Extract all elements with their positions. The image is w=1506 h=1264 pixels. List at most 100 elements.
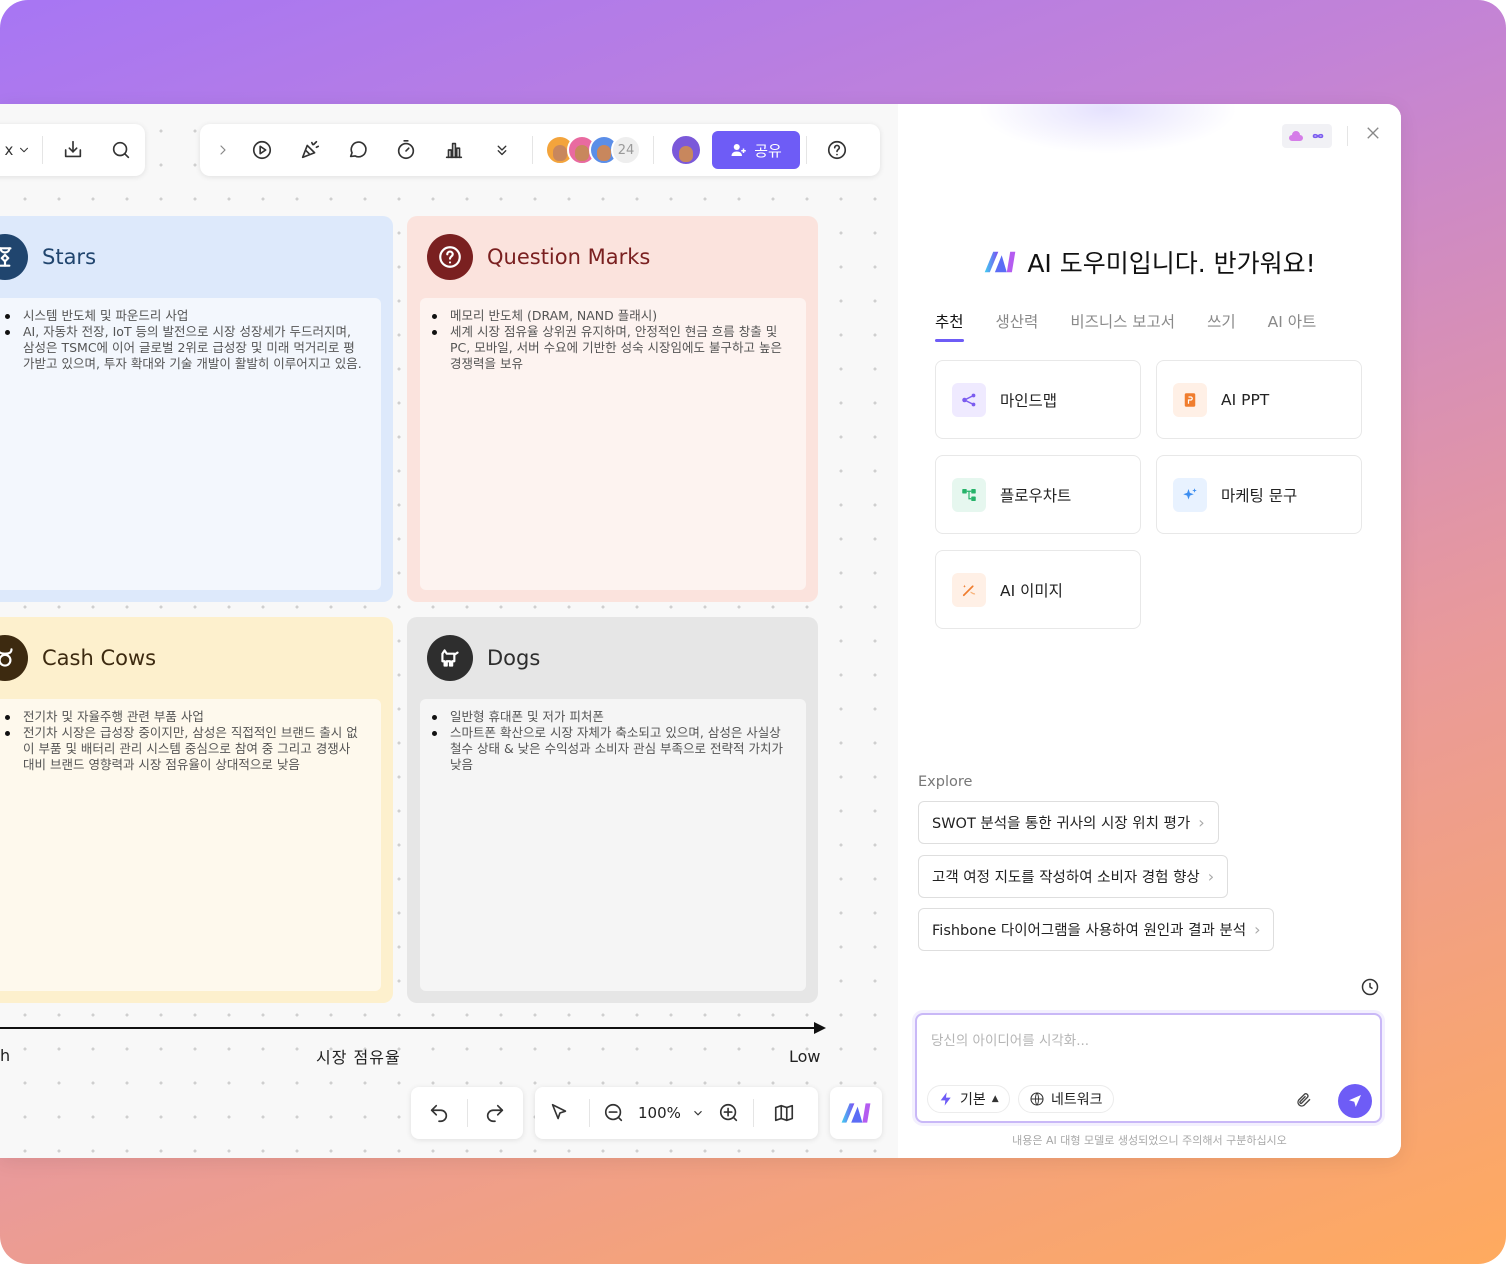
quadrant-card[interactable]: 시스템 반도체 및 파운드리 사업 AI, 자동차 전장, IoT 등의 발전으… — [0, 298, 381, 590]
quadrant-dogs[interactable]: Dogs 일반형 휴대폰 및 저가 피처폰 스마트폰 확산으로 시장 자체가 축… — [407, 617, 818, 1003]
play-icon — [252, 140, 272, 160]
quadrant-card[interactable]: 일반형 휴대폰 및 저가 피처폰 스마트폰 확산으로 시장 자체가 축소되고 있… — [420, 699, 806, 991]
question-marks-badge — [427, 234, 473, 280]
share-button[interactable]: 공유 — [712, 131, 800, 169]
redo-button[interactable] — [467, 1093, 523, 1133]
history-toolbar — [411, 1087, 523, 1139]
tab-productivity[interactable]: 생산력 — [996, 310, 1039, 342]
current-user-avatar[interactable] — [670, 134, 702, 166]
question-circle-icon — [439, 246, 461, 268]
quadrant-title: Question Marks — [487, 245, 651, 269]
tab-writing[interactable]: 쓰기 — [1207, 310, 1236, 342]
tile-flowchart[interactable]: 플로우차트 — [935, 455, 1141, 534]
mindmap-icon — [952, 382, 986, 417]
redo-icon — [487, 1104, 504, 1123]
send-button[interactable] — [1338, 1084, 1372, 1118]
infinity-icon — [1312, 133, 1323, 139]
stars-badge — [0, 234, 28, 280]
quadrant-card[interactable]: 메모리 반도체 (DRAM, NAND 플래시) 세계 시장 점유율 상위권 유… — [420, 298, 806, 590]
tile-label: 마인드맵 — [1000, 391, 1058, 410]
view-menu-button[interactable]: x — [0, 130, 36, 170]
chevron-down-icon — [693, 1110, 702, 1116]
zoom-out-button[interactable] — [596, 1093, 632, 1133]
clock-icon — [1361, 978, 1379, 996]
import-button[interactable] — [49, 130, 97, 170]
ai-assistant-panel: AI 도우미입니다. 반가워요! 추천 생산력 비즈니스 보고서 쓰기 AI 아… — [898, 104, 1401, 1158]
quadrant-stars[interactable]: Stars 시스템 반도체 및 파운드리 사업 AI, 자동차 전장, IoT … — [0, 216, 393, 602]
attach-button[interactable] — [1295, 1091, 1315, 1111]
zoom-out-icon — [604, 1103, 623, 1122]
divider — [752, 1099, 754, 1127]
avatar-count-badge: 24 — [611, 135, 641, 165]
mode-selector[interactable]: 기본 ▲ — [927, 1085, 1010, 1113]
tile-label: AI PPT — [1221, 390, 1270, 409]
zoom-level-dropdown[interactable]: 100% — [632, 1104, 711, 1122]
divider — [42, 136, 43, 164]
explore-chip[interactable]: Fishbone 다이어그램을 사용하여 원인과 결과 분석 › — [918, 908, 1275, 951]
paperclip-icon — [1297, 1093, 1311, 1107]
history-button[interactable] — [1360, 977, 1382, 999]
double-chevron-down-icon — [497, 145, 507, 156]
tile-label: 마케팅 문구 — [1221, 486, 1298, 505]
zoom-toolbar: 100% — [535, 1087, 818, 1139]
close-panel-button[interactable] — [1364, 124, 1386, 146]
undo-icon — [430, 1104, 447, 1123]
tile-ai-ppt[interactable]: AI PPT — [1156, 360, 1362, 439]
help-button[interactable] — [813, 130, 861, 170]
map-icon — [774, 1104, 793, 1122]
explore-chip[interactable]: SWOT 분석을 통한 귀사의 시장 위치 평가 › — [918, 801, 1219, 844]
zoom-in-button[interactable] — [711, 1093, 747, 1133]
party-popper-icon — [301, 140, 320, 159]
chip-label: 고객 여정 지도를 작성하여 소비자 경험 향상 — [932, 870, 1200, 886]
vote-button[interactable] — [430, 130, 478, 170]
tab-recommended[interactable]: 추천 — [935, 310, 964, 342]
tile-mindmap[interactable]: 마인드맵 — [935, 360, 1141, 439]
tab-ai-art[interactable]: AI 아트 — [1268, 310, 1317, 342]
celebrate-button[interactable] — [286, 130, 334, 170]
axis-title: 시장 점유율 — [316, 1048, 401, 1067]
present-button[interactable] — [238, 130, 286, 170]
bull-icon — [0, 648, 13, 667]
panel-title-text: AI 도우미입니다. 반가워요! — [1027, 249, 1316, 278]
list-item: 시스템 반도체 및 파운드리 사업 — [5, 308, 363, 324]
network-toggle[interactable]: 네트워크 — [1018, 1085, 1114, 1113]
quadrant-card[interactable]: 전기차 및 자율주행 관련 부품 사업 전기차 시장은 급성장 중이지만, 삼성… — [0, 699, 381, 991]
undo-button[interactable] — [411, 1093, 467, 1133]
timer-icon — [397, 140, 415, 160]
expand-toolbar-button[interactable] — [208, 130, 238, 170]
dogs-badge — [427, 635, 473, 681]
quadrant-title: Dogs — [487, 646, 541, 670]
quadrant-header: Stars — [0, 234, 96, 280]
quadrant-cash-cows[interactable]: Cash Cows 전기차 및 자율주행 관련 부품 사업 전기차 시장은 급성… — [0, 617, 393, 1003]
explore-chip[interactable]: 고객 여정 지도를 작성하여 소비자 경험 향상 › — [918, 855, 1229, 898]
download-tray-icon — [64, 140, 82, 158]
collaborator-avatars[interactable]: 24 — [539, 135, 647, 165]
tile-marketing-copy[interactable]: 마케팅 문구 — [1156, 455, 1362, 534]
list-item: 세계 시장 점유율 상위권 유지하며, 안정적인 현금 흐름 창출 및 PC, … — [432, 324, 788, 372]
mode-label: 기본 — [960, 1092, 986, 1108]
tile-ai-image[interactable]: AI 이미지 — [935, 550, 1141, 629]
quadrant-question-marks[interactable]: Question Marks 메모리 반도체 (DRAM, NAND 플래시) … — [407, 216, 818, 602]
bar-chart-icon — [445, 142, 463, 159]
tab-business-report[interactable]: 비즈니스 보고서 — [1070, 310, 1175, 342]
ai-launcher[interactable] — [830, 1087, 882, 1139]
app-background: x 24 공유 Stars 시스템 반도체 및 파운드리 사업 AI, 자동차 … — [0, 0, 1506, 1264]
divider — [1347, 126, 1348, 146]
chevron-right-icon: › — [1198, 813, 1205, 832]
panel-title: AI 도우미입니다. 반가워요! — [898, 244, 1401, 280]
search-button[interactable] — [97, 130, 145, 170]
dog-icon — [441, 649, 459, 667]
timer-button[interactable] — [382, 130, 430, 170]
axis-left-label: h — [0, 1046, 11, 1065]
whiteboard-canvas[interactable]: x 24 공유 Stars 시스템 반도체 및 파운드리 사업 AI, 자동차 … — [0, 104, 898, 1158]
flowchart-icon — [952, 477, 986, 512]
zoom-in-icon — [719, 1103, 738, 1122]
comment-button[interactable] — [334, 130, 382, 170]
credits-badge[interactable] — [1282, 124, 1332, 148]
prompt-input[interactable] — [931, 1029, 1361, 1069]
add-user-icon — [731, 144, 746, 156]
more-tools-button[interactable] — [478, 130, 526, 170]
minimap-button[interactable] — [760, 1093, 808, 1133]
select-tool-button[interactable] — [535, 1093, 583, 1133]
chevron-right-icon — [220, 145, 226, 155]
